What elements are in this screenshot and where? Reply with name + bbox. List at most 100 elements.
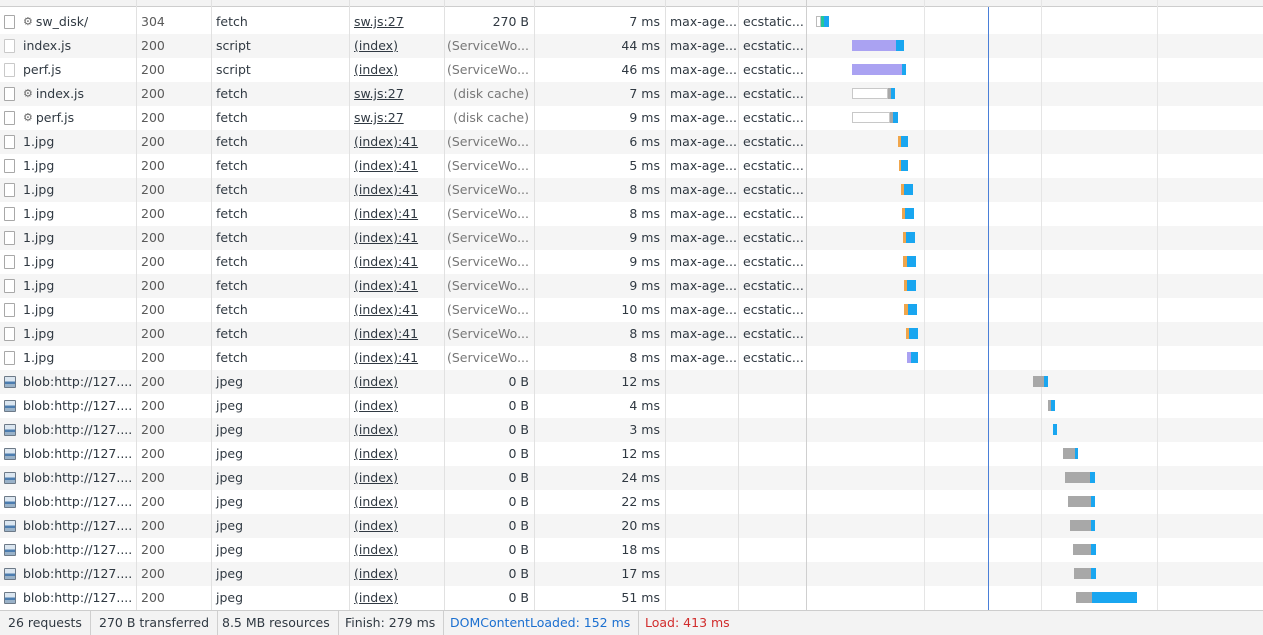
name-cell[interactable]: ⚙ perf.js [0,106,136,130]
waterfall-timing-bar[interactable] [1091,496,1095,507]
table-row[interactable]: 1.jpg 200 fetch (index):41 (ServiceWo... 10 m… [0,298,1263,322]
waterfall-timing-bar[interactable] [1065,472,1090,483]
column-divider[interactable] [136,0,137,610]
table-row[interactable]: perf.js 200 script (index) (ServiceWo... 46 m… [0,58,1263,82]
waterfall-timing-bar[interactable] [852,64,902,75]
initiator-link[interactable]: (index) [354,470,398,485]
waterfall-timing-bar[interactable] [1091,520,1095,531]
initiator-link[interactable]: (index):41 [354,134,418,149]
table-row[interactable]: blob:http://127.... 200 jpeg (index) 0 B 4 ms [0,394,1263,418]
waterfall-timing-bar[interactable] [852,88,888,99]
waterfall-timing-bar[interactable] [907,256,916,267]
name-cell[interactable]: blob:http://127.... [0,394,136,418]
waterfall-timing-bar[interactable] [891,88,895,99]
column-divider[interactable] [738,0,739,610]
waterfall-timing-bar[interactable] [907,280,916,291]
name-cell[interactable]: index.js [0,34,136,58]
initiator-link[interactable]: (index):41 [354,278,418,293]
name-cell[interactable]: 1.jpg [0,178,136,202]
name-cell[interactable]: blob:http://127.... [0,538,136,562]
name-cell[interactable]: ⚙ sw_disk/ [0,10,136,34]
name-cell[interactable]: ⚙ index.js [0,82,136,106]
table-row[interactable]: 1.jpg 200 fetch (index):41 (ServiceWo... 9 ms… [0,274,1263,298]
initiator-link[interactable]: (index):41 [354,326,418,341]
initiator-link[interactable]: sw.js:27 [354,86,404,101]
name-cell[interactable]: blob:http://127.... [0,466,136,490]
waterfall-timing-bar[interactable] [901,136,908,147]
waterfall-timing-bar[interactable] [852,112,890,123]
initiator-link[interactable]: (index):41 [354,254,418,269]
table-row[interactable]: 1.jpg 200 fetch (index):41 (ServiceWo... 8 ms… [0,322,1263,346]
name-cell[interactable]: blob:http://127.... [0,586,136,610]
column-divider[interactable] [211,0,212,610]
initiator-link[interactable]: (index):41 [354,206,418,221]
name-cell[interactable]: 1.jpg [0,274,136,298]
waterfall-timing-bar[interactable] [1076,592,1092,603]
name-cell[interactable]: 1.jpg [0,322,136,346]
initiator-link[interactable]: (index):41 [354,230,418,245]
table-row[interactable]: ⚙ perf.js 200 fetch sw.js:27 (disk cache) 9 ms… [0,106,1263,130]
column-divider[interactable] [349,0,350,610]
waterfall-timing-bar[interactable] [1053,424,1057,435]
name-cell[interactable]: 1.jpg [0,226,136,250]
waterfall-timing-bar[interactable] [1090,472,1095,483]
waterfall-timing-bar[interactable] [1033,376,1044,387]
waterfall-timing-bar[interactable] [1091,544,1096,555]
initiator-link[interactable]: (index):41 [354,182,418,197]
waterfall-timing-bar[interactable] [1068,496,1091,507]
waterfall-timing-bar[interactable] [1051,400,1055,411]
initiator-link[interactable]: (index) [354,494,398,509]
initiator-link[interactable]: (index) [354,566,398,581]
table-row[interactable]: 1.jpg 200 fetch (index):41 (ServiceWo... 9 ms… [0,250,1263,274]
waterfall-timing-bar[interactable] [908,304,917,315]
table-row[interactable]: index.js 200 script (index) (ServiceWo... 44 … [0,34,1263,58]
waterfall-timing-bar[interactable] [904,184,913,195]
waterfall-timing-bar[interactable] [1070,520,1091,531]
name-cell[interactable]: 1.jpg [0,154,136,178]
waterfall-timing-bar[interactable] [824,16,829,27]
name-cell[interactable]: blob:http://127.... [0,442,136,466]
initiator-link[interactable]: (index):41 [354,350,418,365]
table-row[interactable]: 1.jpg 200 fetch (index):41 (ServiceWo... 9 ms… [0,226,1263,250]
name-cell[interactable]: 1.jpg [0,130,136,154]
table-row[interactable]: blob:http://127.... 200 jpeg (index) 0 B 3 ms [0,418,1263,442]
waterfall-timing-bar[interactable] [1092,592,1137,603]
waterfall-timing-bar[interactable] [906,232,915,243]
table-row[interactable]: 1.jpg 200 fetch (index):41 (ServiceWo... 8 ms… [0,202,1263,226]
initiator-link[interactable]: (index):41 [354,302,418,317]
name-cell[interactable]: 1.jpg [0,298,136,322]
table-row[interactable]: blob:http://127.... 200 jpeg (index) 0 B 12 m… [0,370,1263,394]
column-divider[interactable] [665,0,666,610]
table-row[interactable]: 1.jpg 200 fetch (index):41 (ServiceWo... 5 ms… [0,154,1263,178]
column-divider[interactable] [806,0,807,610]
initiator-link[interactable]: (index) [354,590,398,605]
initiator-link[interactable]: (index) [354,518,398,533]
waterfall-timing-bar[interactable] [893,112,898,123]
initiator-link[interactable]: (index) [354,446,398,461]
name-cell[interactable]: 1.jpg [0,202,136,226]
table-row[interactable]: blob:http://127.... 200 jpeg (index) 0 B 51 m… [0,586,1263,610]
waterfall-timing-bar[interactable] [1073,544,1091,555]
table-row[interactable]: 1.jpg 200 fetch (index):41 (ServiceWo... 6 ms… [0,130,1263,154]
waterfall-timing-bar[interactable] [902,64,906,75]
table-row[interactable]: 1.jpg 200 fetch (index):41 (ServiceWo... 8 ms… [0,178,1263,202]
table-row[interactable]: 1.jpg 200 fetch (index):41 (ServiceWo... 8 ms… [0,346,1263,370]
initiator-link[interactable]: sw.js:27 [354,110,404,125]
name-cell[interactable]: 1.jpg [0,346,136,370]
table-row[interactable]: ⚙ index.js 200 fetch sw.js:27 (disk cache) 7 m… [0,82,1263,106]
initiator-link[interactable]: (index) [354,62,398,77]
waterfall-timing-bar[interactable] [1063,448,1075,459]
initiator-link[interactable]: (index) [354,542,398,557]
table-row[interactable]: ⚙ sw_disk/304 fetch sw.js:27 270 B 7 ms max-ag… [0,10,1263,34]
waterfall-timing-bar[interactable] [1044,376,1048,387]
name-cell[interactable]: blob:http://127.... [0,418,136,442]
waterfall-timing-bar[interactable] [1075,448,1078,459]
initiator-link[interactable]: (index) [354,398,398,413]
column-divider[interactable] [534,0,535,610]
waterfall-timing-bar[interactable] [852,40,896,51]
waterfall-timing-bar[interactable] [909,328,918,339]
name-cell[interactable]: blob:http://127.... [0,490,136,514]
column-divider[interactable] [444,0,445,610]
name-cell[interactable]: 1.jpg [0,250,136,274]
name-cell[interactable]: blob:http://127.... [0,562,136,586]
